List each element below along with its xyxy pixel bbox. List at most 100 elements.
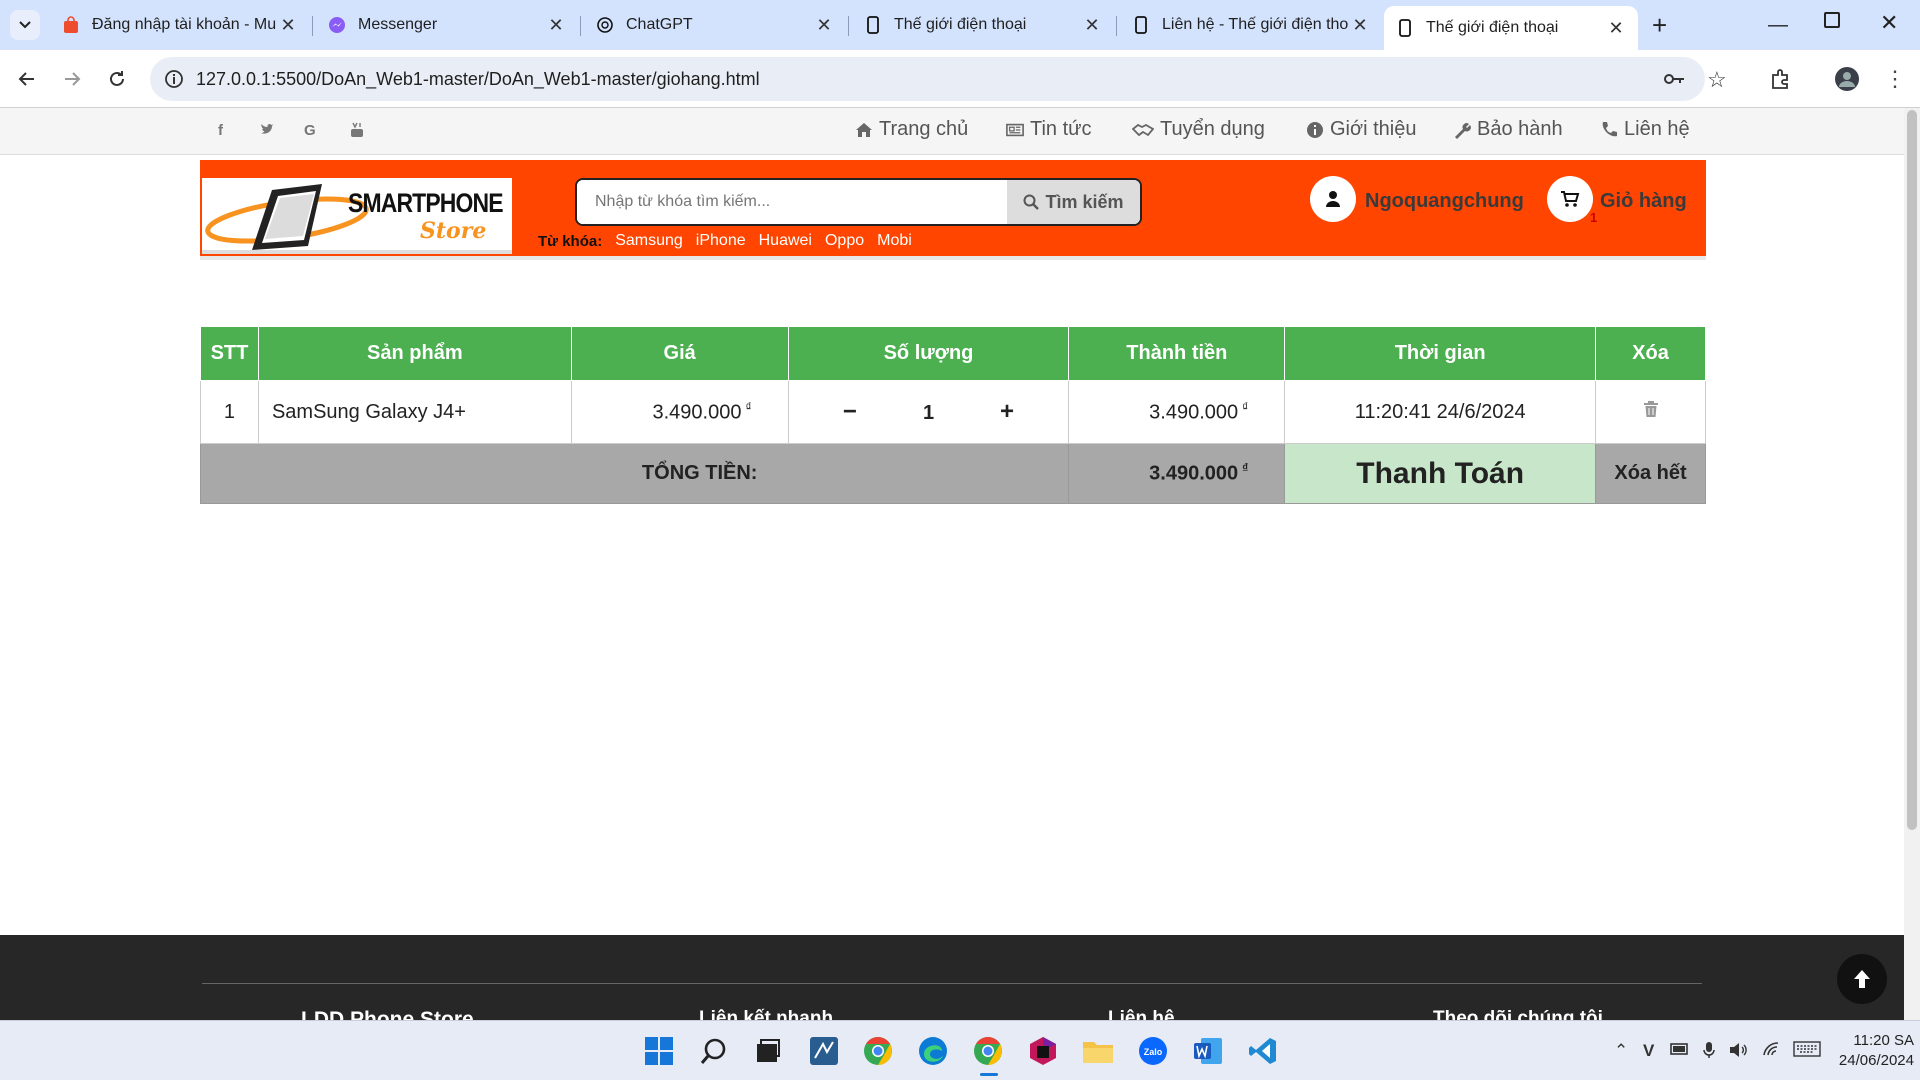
- volume-icon[interactable]: [1728, 1041, 1748, 1064]
- close-tab-icon[interactable]: ✕: [814, 15, 834, 36]
- search-box: Tìm kiếm: [575, 178, 1142, 226]
- cart-button[interactable]: [1547, 176, 1593, 222]
- close-tab-icon[interactable]: ✕: [1082, 15, 1102, 36]
- start-icon[interactable]: [641, 1033, 677, 1069]
- bookmark-star-icon[interactable]: ☆: [1707, 67, 1727, 93]
- delete-item-button[interactable]: [1595, 380, 1706, 444]
- nav-contact[interactable]: Liên hệ: [1600, 118, 1690, 141]
- keyboard-icon[interactable]: [1793, 1041, 1821, 1062]
- scrollbar-thumb[interactable]: [1907, 110, 1917, 830]
- keyword-link[interactable]: iPhone: [696, 232, 746, 250]
- newspaper-icon: [1006, 123, 1024, 136]
- tab-0[interactable]: Đăng nhập tài khoản - Mu ✕: [50, 6, 310, 44]
- zalo-icon[interactable]: Zalo: [1135, 1033, 1171, 1069]
- reload-icon[interactable]: [102, 64, 132, 94]
- header-time: Thời gian: [1284, 326, 1597, 381]
- top-nav: f G Trang chủ Tin tức Tuyển dụng Giới th…: [0, 108, 1904, 155]
- user-icon: [1326, 191, 1340, 207]
- info-icon: [1307, 121, 1323, 138]
- tab-search-button[interactable]: [10, 10, 40, 40]
- phone-icon: [864, 16, 882, 34]
- search-input[interactable]: [577, 180, 1007, 224]
- tab-title: Thế giới điện thoại: [894, 16, 1027, 33]
- row-stt: 1: [200, 380, 259, 444]
- footer-heading-quicklinks: Liên kết nhanh: [699, 1008, 834, 1020]
- header-product: Sản phẩm: [257, 326, 572, 381]
- vpn-icon[interactable]: V: [1643, 1041, 1654, 1061]
- new-tab-icon[interactable]: +: [1652, 10, 1667, 41]
- close-window-icon[interactable]: ✕: [1880, 10, 1898, 36]
- nav-about[interactable]: Giới thiệu: [1306, 118, 1416, 141]
- search-icon: [1023, 194, 1040, 210]
- close-tab-icon[interactable]: ✕: [1606, 18, 1626, 39]
- tab-1[interactable]: Messenger ✕: [316, 6, 578, 44]
- user-name-link[interactable]: Ngoquangchung: [1365, 190, 1524, 213]
- menu-kebab-icon[interactable]: ⋮: [1880, 64, 1910, 94]
- header-quantity: Số lượng: [787, 326, 1070, 381]
- minimize-icon[interactable]: —: [1768, 14, 1788, 37]
- vscode-icon[interactable]: [1245, 1033, 1281, 1069]
- twitter-icon[interactable]: [260, 122, 274, 140]
- footer-heading-follow: Theo dõi chúng tôi: [1433, 1008, 1603, 1020]
- tab-4[interactable]: Liên hệ - Thế giới điện tho ✕: [1120, 6, 1382, 44]
- page-scrollbar[interactable]: [1904, 108, 1920, 1020]
- youtube-icon[interactable]: [350, 122, 364, 142]
- wifi-icon[interactable]: [1762, 1041, 1782, 1062]
- scroll-to-top-button[interactable]: [1837, 954, 1887, 1004]
- edge-icon[interactable]: [915, 1033, 951, 1069]
- facebook-icon[interactable]: f: [218, 122, 223, 139]
- close-tab-icon[interactable]: ✕: [546, 15, 566, 36]
- tab-3[interactable]: Thế giới điện thoại ✕: [852, 6, 1114, 44]
- nav-warranty[interactable]: Bảo hành: [1453, 118, 1563, 141]
- clock-time: 11:20 SA: [1853, 1032, 1914, 1049]
- search-icon[interactable]: [696, 1033, 732, 1069]
- nav-home[interactable]: Trang chủ: [855, 118, 968, 141]
- profile-avatar[interactable]: [1832, 64, 1862, 94]
- clock-date: 24/06/2024: [1838, 1052, 1914, 1069]
- close-tab-icon[interactable]: ✕: [1350, 15, 1370, 36]
- battery-icon[interactable]: [1670, 1041, 1690, 1061]
- checkout-button[interactable]: Thanh Toán: [1284, 443, 1597, 504]
- forward-icon[interactable]: [57, 64, 87, 94]
- product-name-link[interactable]: SamSung Galaxy J4+: [257, 380, 572, 444]
- nav-jobs[interactable]: Tuyển dụng: [1132, 118, 1265, 141]
- tab-2[interactable]: ChatGPT ✕: [584, 6, 846, 44]
- cart-link[interactable]: Giỏ hàng: [1600, 190, 1687, 213]
- keyword-link[interactable]: Mobi: [877, 232, 912, 250]
- nav-news[interactable]: Tin tức: [1006, 118, 1092, 141]
- site-logo[interactable]: SMARTPHONE Store: [202, 178, 512, 254]
- keyword-link[interactable]: Samsung: [615, 232, 683, 250]
- user-avatar-button[interactable]: [1310, 176, 1356, 222]
- site-info-icon[interactable]: [164, 69, 184, 94]
- keyword-link[interactable]: Huawei: [759, 232, 812, 250]
- url-text: 127.0.0.1:5500/DoAn_Web1-master/DoAn_Web…: [196, 69, 760, 89]
- search-button[interactable]: Tìm kiếm: [1007, 180, 1140, 224]
- password-key-icon[interactable]: [1662, 69, 1686, 94]
- increase-quantity-button[interactable]: +: [972, 398, 1042, 426]
- chrome-icon[interactable]: [860, 1033, 896, 1069]
- file-explorer-icon[interactable]: [1080, 1033, 1116, 1069]
- address-bar[interactable]: 127.0.0.1:5500/DoAn_Web1-master/DoAn_Web…: [150, 57, 1727, 101]
- chrome-active-icon[interactable]: [970, 1033, 1006, 1069]
- microphone-icon[interactable]: [1703, 1041, 1715, 1064]
- cart-count-badge: 1: [1590, 210, 1598, 225]
- sql-server-icon[interactable]: [806, 1033, 842, 1069]
- task-view-icon[interactable]: [750, 1033, 786, 1069]
- tab-5-active[interactable]: Thế giới điện thoại ✕: [1384, 6, 1638, 50]
- back-icon[interactable]: [12, 64, 42, 94]
- word-icon[interactable]: [1190, 1033, 1226, 1069]
- close-tab-icon[interactable]: ✕: [278, 15, 298, 36]
- decrease-quantity-button[interactable]: −: [815, 398, 885, 426]
- extensions-icon[interactable]: [1766, 64, 1796, 94]
- google-icon[interactable]: G: [304, 122, 316, 139]
- quantity-value[interactable]: 1: [891, 402, 967, 425]
- header-price: Giá: [570, 326, 789, 381]
- keyword-link[interactable]: Oppo: [825, 232, 864, 250]
- jetbrains-icon[interactable]: [1025, 1033, 1061, 1069]
- tray-overflow-icon[interactable]: ⌃: [1614, 1041, 1628, 1061]
- clear-all-button[interactable]: Xóa hết: [1595, 443, 1706, 504]
- row-time: 11:20:41 24/6/2024: [1284, 380, 1597, 444]
- system-clock[interactable]: 11:20 SA 24/06/2024: [1830, 1031, 1914, 1071]
- restore-icon[interactable]: [1824, 12, 1840, 28]
- total-row: TỔNG TIỀN: 3.490.000 ₫ Thanh Toán Xóa hết: [199, 443, 1706, 504]
